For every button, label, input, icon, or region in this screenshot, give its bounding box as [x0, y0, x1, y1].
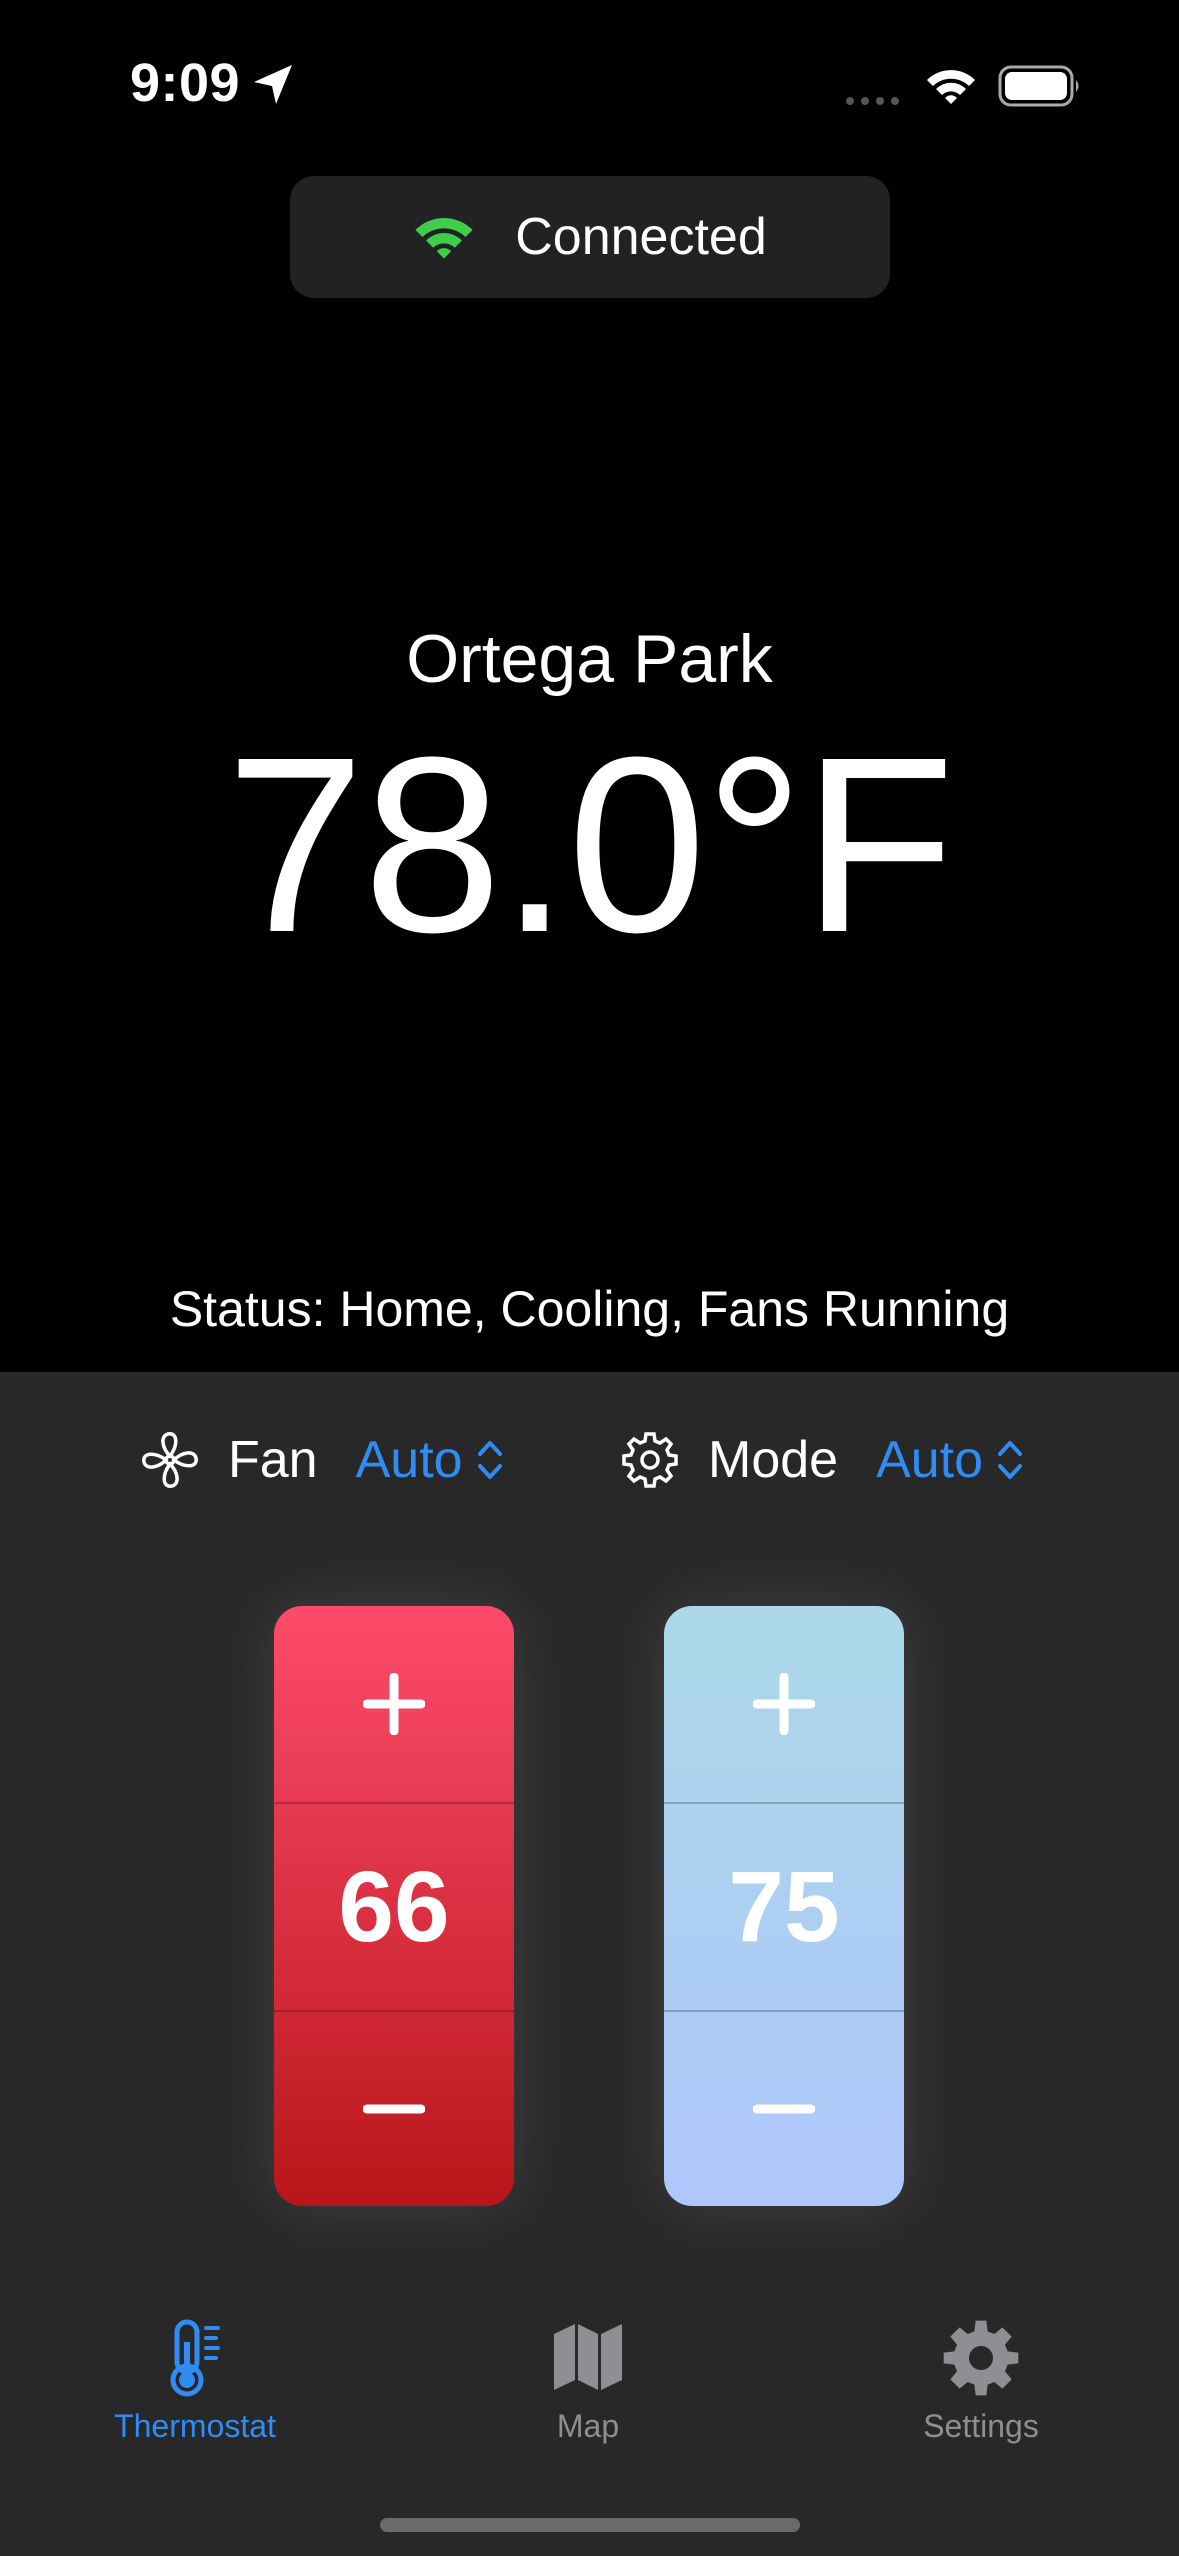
heat-setpoint-value: 66	[338, 1850, 450, 1963]
location-arrow-icon	[254, 65, 292, 104]
heat-decrement-button[interactable]	[274, 2012, 514, 2206]
status-time: 9:09	[130, 53, 241, 113]
gear-icon	[943, 2320, 1019, 2396]
wifi-icon	[927, 70, 975, 104]
plus-icon	[753, 1673, 815, 1735]
fan-label: Fan	[228, 1431, 318, 1489]
current-temperature: 78.0°F	[225, 705, 955, 984]
heat-setpoint: 66	[274, 1804, 514, 2012]
minus-icon	[363, 2104, 425, 2114]
heat-setpoint-stepper[interactable]: 66	[274, 1606, 514, 2206]
tab-map[interactable]: Map	[438, 2318, 738, 2445]
cellular-signal-icon	[846, 97, 899, 105]
map-icon	[554, 2324, 622, 2390]
mode-control[interactable]: Mode Auto	[620, 1420, 1023, 1500]
battery-icon	[998, 65, 1079, 107]
tab-label: Map	[556, 2408, 620, 2444]
cool-decrement-button[interactable]	[664, 2012, 904, 2206]
chevron-up-down-icon	[998, 1441, 1023, 1479]
status-text: Status: Home, Cooling, Fans Running	[169, 1281, 1010, 1337]
chevron-up-down-icon	[477, 1441, 502, 1479]
tab-thermostat[interactable]: Thermostat	[45, 2318, 345, 2445]
mode-label: Mode	[708, 1431, 839, 1489]
location-name: Ortega Park	[406, 621, 773, 697]
heat-increment-button[interactable]	[274, 1606, 514, 1804]
tab-settings[interactable]: Settings	[831, 2318, 1131, 2445]
connection-status-pill: Connected	[290, 176, 890, 298]
plus-icon	[363, 1673, 425, 1735]
cool-increment-button[interactable]	[664, 1606, 904, 1804]
tab-label: Settings	[923, 2408, 1039, 2444]
thermometer-icon	[170, 2319, 220, 2397]
gear-icon	[622, 1432, 678, 1488]
home-indicator[interactable]	[380, 2518, 800, 2532]
fan-control[interactable]: Fan Auto	[140, 1420, 503, 1500]
mode-value-picker[interactable]: Auto	[876, 1430, 983, 1490]
cool-setpoint-stepper[interactable]: 75	[664, 1606, 904, 2206]
connection-label: Connected	[515, 208, 767, 266]
wifi-icon	[415, 218, 473, 259]
cool-setpoint: 75	[664, 1804, 904, 2012]
fan-value-picker[interactable]: Auto	[356, 1430, 463, 1490]
cool-setpoint-value: 75	[728, 1850, 840, 1963]
fan-icon	[142, 1432, 198, 1488]
tab-label: Thermostat	[114, 2408, 276, 2444]
minus-icon	[753, 2104, 815, 2114]
